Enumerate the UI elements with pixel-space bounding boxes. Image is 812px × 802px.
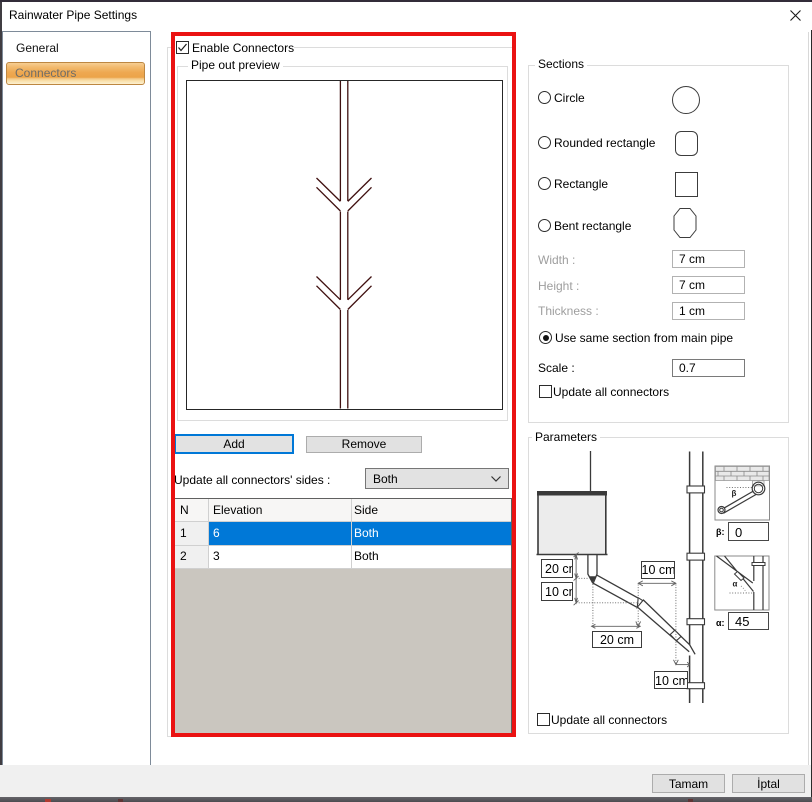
svg-text:β: β [732, 489, 737, 498]
svg-text:α: α [733, 580, 738, 589]
